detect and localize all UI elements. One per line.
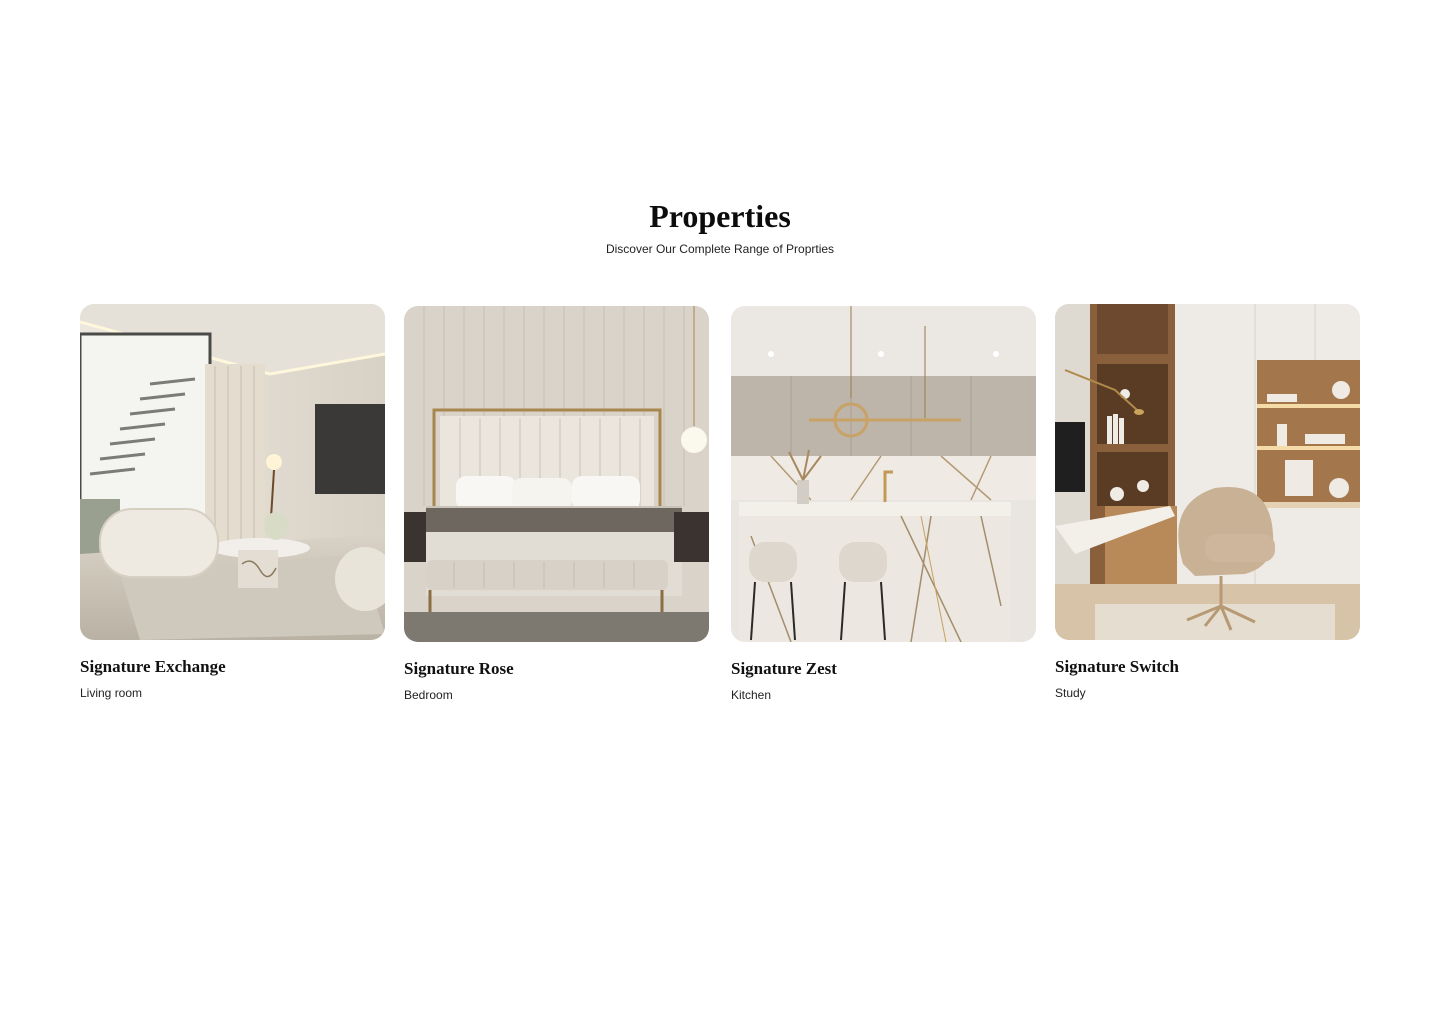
property-card-bedroom[interactable]: Signature Rose Bedroom [404, 306, 709, 703]
card-title[interactable]: Signature Rose [404, 659, 709, 679]
section-header: Properties Discover Our Complete Range o… [0, 196, 1440, 258]
card-category: Living room [80, 686, 143, 700]
card-title[interactable]: Signature Switch [1055, 657, 1360, 677]
property-card-living-room[interactable]: Signature Exchange Living room [80, 304, 385, 701]
kitchen-photo[interactable] [731, 306, 1036, 642]
card-title[interactable]: Signature Exchange [80, 657, 385, 677]
living-room-photo[interactable] [80, 304, 385, 640]
card-title[interactable]: Signature Zest [731, 659, 1036, 679]
study-photo[interactable] [1055, 304, 1360, 640]
card-category: Study [1055, 686, 1086, 700]
card-category: Bedroom [404, 688, 453, 702]
section-subtitle: Discover Our Complete Range of Proprties [605, 242, 835, 256]
section-title: Properties [649, 198, 791, 234]
bedroom-photo[interactable] [404, 306, 709, 642]
property-card-study[interactable]: Signature Switch Study [1055, 304, 1360, 701]
property-card-kitchen[interactable]: Signature Zest Kitchen [731, 306, 1036, 703]
card-category: Kitchen [731, 688, 772, 702]
